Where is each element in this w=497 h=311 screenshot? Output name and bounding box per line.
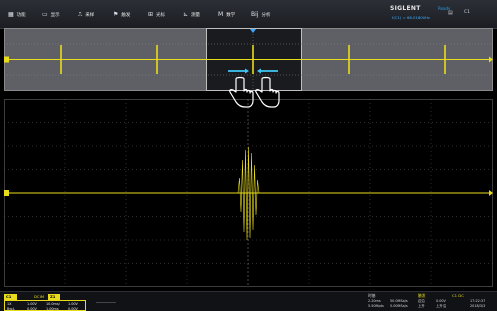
- trigger-slope: 上升沿: [436, 304, 447, 308]
- sample-rate: 50.0MSa/s: [390, 299, 408, 303]
- separator: [96, 302, 116, 303]
- hand-pointer-icon-right: [255, 76, 280, 108]
- overview-channel-marker-left[interactable]: [4, 56, 9, 63]
- sample-rate-2: 5.00MSa/s: [390, 304, 408, 308]
- timebase-value: 2.20ms: [368, 299, 381, 303]
- trigger-level: 0.00V: [436, 299, 446, 303]
- waveform-canvas: [4, 28, 493, 287]
- oscilloscope-screen: ▦ 功能 ▭ 显示 ⎍ 采样 ⚑ 触发 ⊞ 光标 ⊾ 测量 M 数学 Bij 分: [0, 0, 497, 311]
- zoom-delay: 1.00ms: [46, 306, 59, 311]
- trigger-type: 边沿: [418, 299, 425, 303]
- zoom-scale: 1.00V: [68, 302, 78, 306]
- offset-value: 0.00V: [27, 306, 37, 311]
- clock-date: 2018/3/3: [470, 304, 486, 308]
- trigger-header[interactable]: 触发: [418, 293, 426, 298]
- overview-channel-marker-right[interactable]: [489, 56, 493, 63]
- bandwidth-limit: Bw:L: [7, 306, 15, 311]
- hand-pointer-icon-left: [229, 76, 254, 108]
- clock-time: 17:22:37: [470, 299, 486, 303]
- bottom-status-bar: C1 DCIM Z1 1X 1.00V 10.0ms/ 1.00V Bw:L 0…: [0, 291, 497, 311]
- zoom-offset: 0.00V: [68, 306, 78, 311]
- signal-burst: [237, 146, 260, 241]
- trigger-level-marker[interactable]: [489, 190, 493, 196]
- probe-ratio: 1X: [7, 302, 12, 306]
- memory-depth: 5.50Mpts: [368, 304, 384, 308]
- trigger-slope-label: 上升: [418, 304, 425, 308]
- zoom-timebase: 10.0ms/: [46, 302, 60, 306]
- trigger-source-coupling: C1 DC: [452, 293, 464, 298]
- channel-1-ground-marker[interactable]: [4, 190, 9, 196]
- timebase-header[interactable]: 时基: [368, 293, 376, 298]
- trigger-position-marker[interactable]: [250, 29, 256, 33]
- channel-1-settings-panel[interactable]: 1X 1.00V 10.0ms/ 1.00V Bw:L 0.00V 1.00ms…: [4, 300, 86, 311]
- volts-per-div: 1.00V: [27, 302, 37, 306]
